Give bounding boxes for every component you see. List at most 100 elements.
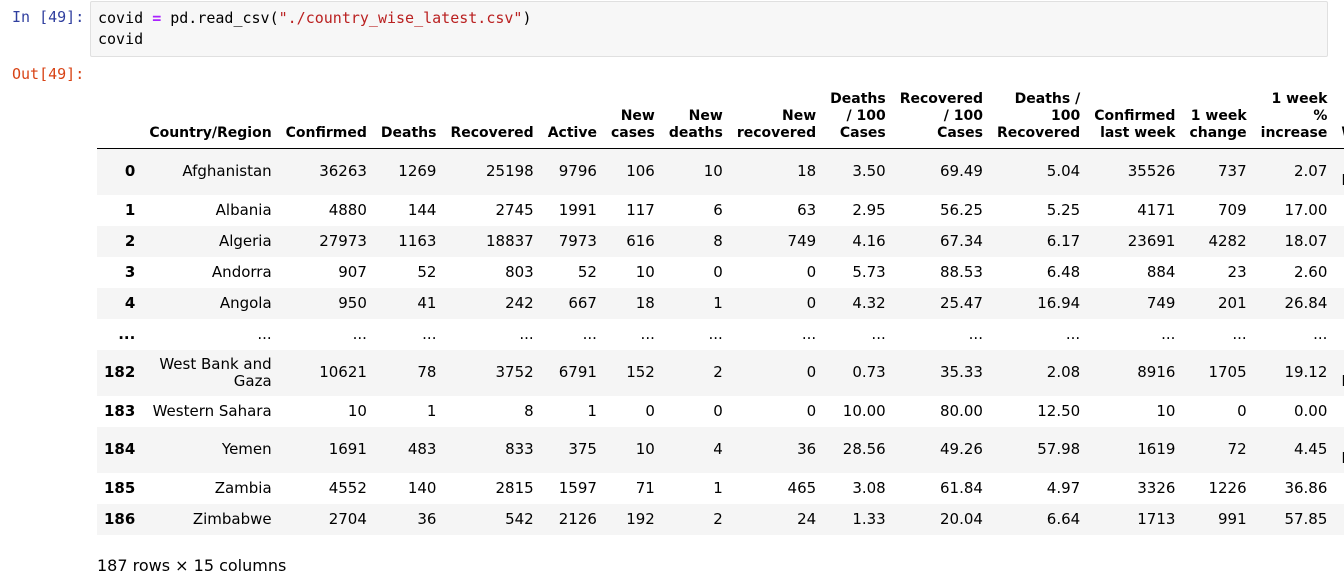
table-cell: 18 [635, 293, 655, 312]
table-cell: 0 [806, 293, 817, 312]
table-cell: 1597 [558, 478, 597, 497]
table-cell: Afghanistan [182, 162, 272, 181]
table-cell: ... [352, 324, 367, 343]
column-header: Confirmed last week [1087, 80, 1183, 149]
table-cell: ... [1232, 324, 1247, 343]
table-cell: E Mediterr [1334, 427, 1344, 473]
table-cell: 6.48 [1046, 262, 1081, 281]
table-cell: 5.25 [1046, 200, 1081, 219]
table-cell: West Bank and Gaza [159, 354, 272, 390]
column-header: Country/Region [142, 80, 279, 149]
table-cell: 192 [626, 509, 655, 528]
dataframe-output: Country/Region Confirmed Deaths Recovered Ac… [97, 80, 1344, 550]
table-cell: 4.97 [1046, 478, 1081, 497]
table-cell: 0 [713, 401, 723, 420]
table-cell: 1 [587, 401, 597, 420]
row-index: 182 [104, 363, 136, 381]
table-cell: 749 [1146, 293, 1176, 312]
table-cell: 2 [713, 509, 723, 528]
row-index: ... [118, 324, 136, 343]
column-header [97, 80, 143, 149]
table-cell: ... [871, 324, 886, 343]
table-cell: 18837 [485, 231, 534, 250]
table-cell: 833 [505, 440, 534, 458]
table-cell: 1163 [398, 231, 437, 250]
table-cell: 10621 [319, 363, 367, 381]
table-cell: ... [422, 324, 437, 343]
column-header: Recovered / 100 Cases [892, 80, 990, 149]
table-cell: 35.33 [940, 363, 983, 381]
table-cell: 2.60 [1293, 262, 1328, 281]
table-cell: 69.49 [940, 162, 983, 181]
table-cell: 52 [417, 262, 437, 281]
table-cell: 80.00 [940, 401, 983, 420]
table-cell: 41 [417, 293, 437, 312]
table-cell: Algeria [218, 231, 272, 250]
table-cell: 56.25 [940, 200, 983, 219]
row-index: 1 [124, 200, 136, 219]
table-cell: 375 [568, 440, 597, 458]
table-cell: 4.32 [852, 293, 886, 312]
table-cell: 1226 [1208, 478, 1247, 497]
code-input-area[interactable]: covid = pd.read_csv("./country_wise_late… [90, 1, 1328, 57]
table-row: 1 Albania 4880 144 2745 1991 117 6 63 2.95 56.25 5.… [97, 195, 1344, 226]
table-cell: 1705 [1208, 363, 1247, 381]
table-cell: ... [257, 324, 272, 343]
table-cell: ... [801, 324, 817, 343]
table-cell: 25198 [485, 162, 534, 181]
table-cell: ... [582, 324, 597, 343]
column-header: Deaths / 100 Recovered [989, 80, 1088, 149]
table-cell: 4880 [328, 200, 367, 219]
row-index: 3 [124, 262, 136, 281]
table-cell: 991 [1218, 509, 1247, 528]
table-cell: 5.73 [852, 262, 886, 281]
table-cell: 78 [417, 363, 437, 381]
column-header: Recovered [443, 80, 541, 149]
table-cell: 1 [713, 478, 723, 497]
column-header: Deaths / 100 Cases [823, 80, 893, 149]
table-row: 182 West Bank and Gaza 10621 78 3752 6791 152 2… [97, 349, 1344, 396]
table-cell: 0.00 [1293, 401, 1328, 420]
table-cell: 2 [713, 363, 723, 381]
table-cell: 3326 [1137, 478, 1176, 497]
table-cell: 17.00 [1284, 200, 1328, 219]
table-cell: 18 [797, 162, 817, 181]
table-cell: Angola [219, 293, 272, 312]
code-string-arg: "./country_wise_latest.csv" [278, 9, 523, 27]
code-close-paren: ) [522, 9, 532, 27]
table-cell: 0.73 [852, 363, 886, 381]
table-cell: 24 [797, 509, 817, 528]
table-cell: 2815 [495, 478, 534, 497]
table-cell: Albania [215, 200, 272, 219]
table-row: ........................................… [97, 319, 1344, 350]
table-cell: 7973 [558, 231, 597, 250]
table-cell: 6.64 [1046, 509, 1081, 528]
table-cell: 1713 [1137, 509, 1176, 528]
table-cell: 4 [713, 440, 723, 458]
table-cell: 26.84 [1284, 293, 1328, 312]
table-cell: 4171 [1137, 200, 1176, 219]
table-cell: 201 [1218, 293, 1247, 312]
table-cell: 803 [505, 262, 534, 281]
table-cell: 0 [645, 401, 655, 420]
table-cell [1334, 473, 1344, 504]
row-index: 2 [124, 231, 136, 250]
table-cell: Yemen [221, 440, 272, 458]
table-cell: 2704 [328, 509, 367, 528]
table-cell: 4.45 [1293, 440, 1328, 458]
table-cell [1334, 288, 1344, 319]
column-header: 1 week change [1182, 80, 1254, 149]
table-cell: 10 [635, 262, 655, 281]
table-row: 0 Afghanistan 36263 1269 25198 9796 106 10 18 3.5… [97, 148, 1344, 195]
table-row: 184 Yemen 1691 483 833 375 10 4 36 28.56 49.26 57.9… [97, 426, 1344, 473]
code-line-2: covid [98, 30, 144, 48]
table-cell: 6.17 [1046, 231, 1081, 250]
table-cell: 4552 [328, 478, 367, 497]
table-cell: 884 [1146, 262, 1176, 281]
table-cell [1334, 226, 1344, 257]
table-cell: 483 [407, 440, 437, 458]
table-row: 3 Andorra 907 52 803 52 10 0 0 5.73 88.53 6.48 884 23… [97, 257, 1344, 288]
table-cell: 10 [703, 162, 723, 181]
table-cell: 49.26 [940, 440, 983, 458]
table-cell: Zambia [214, 478, 272, 497]
